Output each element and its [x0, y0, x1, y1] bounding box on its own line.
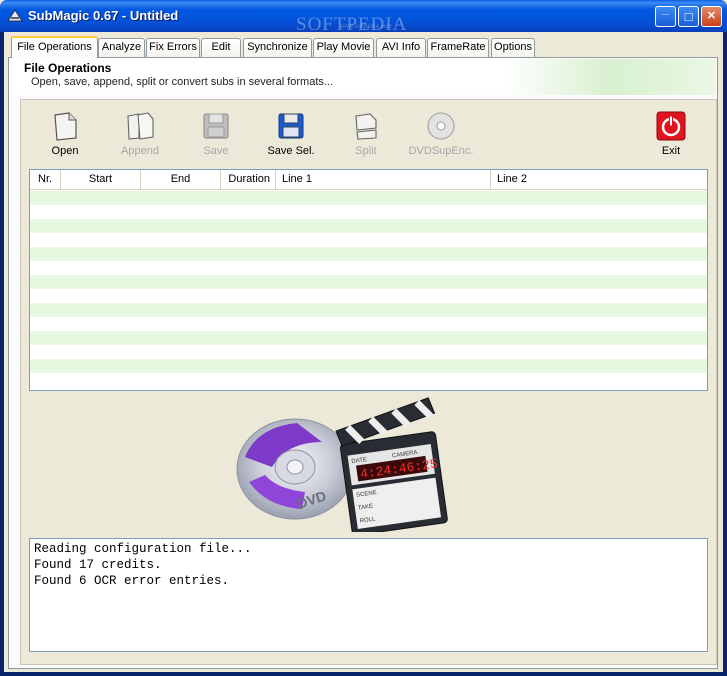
tab-analyze[interactable]: Analyze — [98, 38, 145, 57]
tab-avi-info[interactable]: AVI Info — [376, 38, 426, 57]
power-exit-icon — [656, 111, 686, 141]
exit-label: Exit — [661, 145, 681, 157]
grid-row[interactable] — [30, 373, 707, 387]
grid-row[interactable] — [30, 317, 707, 331]
subtitle-grid[interactable]: Nr. Start End Duration Line 1 Line 2 — [29, 169, 708, 391]
open-button[interactable]: Open — [25, 110, 105, 160]
grid-row[interactable] — [30, 303, 707, 317]
tab-file-operations[interactable]: File Operations — [11, 36, 98, 58]
close-icon: ✕ — [706, 10, 717, 22]
floppy-disk-icon — [203, 113, 229, 139]
client-area: File Operations Analyze Fix Errors Edit … — [4, 32, 723, 672]
column-header-nr[interactable]: Nr. — [30, 170, 61, 190]
column-header-start[interactable]: Start — [61, 170, 141, 190]
split-documents-icon — [355, 113, 377, 140]
grid-row[interactable] — [30, 205, 707, 219]
tab-synchronize[interactable]: Synchronize — [243, 38, 312, 57]
maximize-icon: □ — [684, 9, 693, 24]
append-documents-icon — [127, 112, 154, 140]
append-label: Append — [121, 145, 159, 157]
open-document-icon — [54, 112, 77, 141]
watermark-subtitle: www.softpedia.com — [340, 24, 392, 30]
file-operations-content: Open Append Save Save Sel. Split DVDSupE… — [20, 99, 717, 665]
tab-framerate[interactable]: FrameRate — [427, 38, 489, 57]
grid-row[interactable] — [30, 247, 707, 261]
grid-row[interactable] — [30, 289, 707, 303]
grid-row[interactable] — [30, 261, 707, 275]
section-title: File Operations — [24, 61, 112, 75]
maximize-button[interactable]: □ — [678, 6, 699, 27]
minimize-button[interactable]: _ — [655, 4, 676, 27]
grid-row[interactable] — [30, 233, 707, 247]
dvdsupenc-label: DVDSupEnc. — [408, 145, 474, 157]
floppy-disk-icon — [278, 113, 304, 139]
save-button[interactable]: Save — [176, 110, 256, 160]
open-label: Open — [51, 145, 79, 157]
column-header-line2[interactable]: Line 2 — [491, 170, 707, 190]
tab-fix-errors[interactable]: Fix Errors — [146, 38, 200, 57]
split-button[interactable]: Split — [326, 110, 406, 160]
log-line: Reading configuration file... — [34, 542, 252, 556]
minimize-icon: _ — [662, 4, 669, 16]
column-header-duration[interactable]: Duration — [221, 170, 276, 190]
grid-row[interactable] — [30, 191, 707, 205]
exit-button[interactable]: Exit — [631, 110, 711, 160]
grid-row[interactable] — [30, 359, 707, 373]
save-selection-button[interactable]: Save Sel. — [251, 110, 331, 160]
split-label: Split — [355, 145, 377, 157]
dvd-disc-icon — [427, 112, 455, 140]
section-description: Open, save, append, split or convert sub… — [31, 76, 334, 88]
log-output[interactable]: Reading configuration file... Found 17 c… — [29, 538, 708, 652]
tab-options[interactable]: Options — [491, 38, 535, 57]
app-window: SubMagic 0.67 - Untitled SOFTPEDIA www.s… — [0, 0, 727, 676]
window-title: SubMagic 0.67 - Untitled — [28, 8, 179, 23]
column-header-line1[interactable]: Line 1 — [276, 170, 491, 190]
save-selection-label: Save Sel. — [267, 145, 315, 157]
grid-row[interactable] — [30, 331, 707, 345]
close-button[interactable]: ✕ — [701, 6, 722, 27]
save-label: Save — [203, 145, 229, 157]
tab-panel: File Operations Open, save, append, spli… — [8, 57, 718, 669]
column-header-end[interactable]: End — [141, 170, 221, 190]
append-button[interactable]: Append — [100, 110, 180, 160]
grid-row[interactable] — [30, 345, 707, 359]
tab-play-movie[interactable]: Play Movie — [313, 38, 374, 57]
section-header: File Operations Open, save, append, spli… — [10, 59, 716, 95]
log-line: Found 6 OCR error entries. — [34, 574, 230, 588]
log-line: Found 17 credits. — [34, 558, 162, 572]
title-bar[interactable]: SubMagic 0.67 - Untitled SOFTPEDIA www.s… — [0, 0, 727, 35]
grid-header: Nr. Start End Duration Line 1 Line 2 — [30, 170, 707, 190]
grid-row[interactable] — [30, 219, 707, 233]
grid-row[interactable] — [30, 275, 707, 289]
dvdsupenc-button[interactable]: DVDSupEnc. — [401, 110, 481, 160]
dvd-clapperboard-icon: DVD DATE CAMERA 4:24:46:25 SCENE TAKE RO… — [236, 397, 448, 532]
tab-edit[interactable]: Edit — [201, 38, 241, 57]
app-icon — [7, 9, 23, 22]
